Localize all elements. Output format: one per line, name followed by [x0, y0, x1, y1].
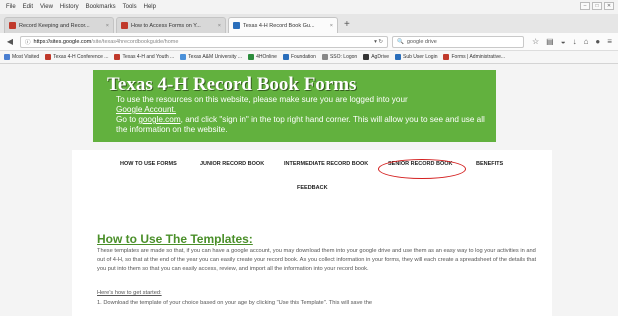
home-icon[interactable]: ⌂ — [584, 37, 589, 46]
bookmark-icon — [114, 54, 121, 60]
tab-record-book-guide[interactable]: Texas 4-H Record Book Gu... × — [228, 17, 338, 33]
maximize-icon[interactable]: □ — [592, 2, 602, 10]
menu-file[interactable]: File — [6, 4, 16, 10]
url-path: /site/texas4hrecordbookguide/home — [91, 38, 179, 45]
tab-how-to-access[interactable]: How to Access Forms on Y... × — [116, 17, 226, 33]
url-host: https://sites.google.com — [33, 38, 92, 45]
star-icon[interactable]: ☆ — [532, 37, 539, 46]
bookmark-item[interactable]: Texas 4-H and Youth ... — [114, 54, 174, 60]
bookmark-icon — [443, 54, 450, 60]
bookmark-label: Texas A&M University ... — [188, 54, 243, 60]
bookmark-icon — [321, 54, 328, 60]
search-icon: 🔍 — [397, 38, 404, 45]
main-content: HOW TO USE FORMS JUNIOR RECORD BOOK INTE… — [72, 150, 552, 316]
bookmark-item[interactable]: Foundation — [282, 54, 316, 60]
bookmark-icon — [4, 54, 10, 60]
bookmark-icon — [45, 54, 52, 60]
hamburger-menu-icon[interactable]: ≡ — [607, 37, 612, 46]
bookmark-label: Texas 4-H Conference ... — [53, 54, 109, 60]
bookmark-item[interactable]: Forms | Administrative... — [443, 54, 505, 60]
bookmark-item[interactable]: SSO: Logon — [321, 54, 358, 60]
bookmark-icon — [180, 54, 187, 60]
close-tab-icon[interactable]: × — [330, 23, 333, 29]
menu-bookmarks[interactable]: Bookmarks — [86, 4, 116, 10]
tab-label: Record Keeping and Recor... — [19, 22, 90, 29]
bookmark-icon — [363, 54, 370, 60]
nav-how-to-use-forms[interactable]: HOW TO USE FORMS — [120, 161, 177, 167]
favicon-icon — [233, 22, 240, 29]
bookmark-item[interactable]: 4HOnline — [248, 54, 277, 60]
banner-line-1: To use the resources on this website, pl… — [116, 95, 408, 104]
nav-benefits[interactable]: BENEFITS — [476, 161, 503, 167]
menu-bar: File Edit View History Bookmarks Tools H… — [0, 0, 618, 14]
google-account-link[interactable]: Google Account. — [116, 105, 176, 114]
tab-record-keeping[interactable]: Record Keeping and Recor... × — [4, 17, 114, 33]
bookmark-label: SSO: Logon — [329, 54, 358, 60]
bookmark-item[interactable]: Most Visited — [4, 54, 39, 60]
banner-line-2-pre: Go to — [116, 115, 139, 124]
nav-feedback[interactable]: FEEDBACK — [297, 185, 328, 191]
reload-icon[interactable]: ▾ ↻ — [374, 39, 383, 45]
menu-tools[interactable]: Tools — [123, 4, 137, 10]
google-link[interactable]: google.com — [138, 115, 180, 124]
url-bar[interactable]: ⓘ https://sites.google.com /site/texas4h… — [20, 35, 388, 48]
banner-instructions: To use the resources on this website, pl… — [116, 95, 488, 135]
extension-icon[interactable]: ● — [595, 37, 600, 46]
bookmark-label: Texas 4-H and Youth ... — [122, 54, 175, 60]
site-title: Texas 4-H Record Book Forms — [107, 74, 357, 95]
menu-view[interactable]: View — [40, 4, 53, 10]
menu-help[interactable]: Help — [144, 4, 156, 10]
menu-edit[interactable]: Edit — [23, 4, 33, 10]
search-value: google drive — [406, 38, 437, 45]
minimize-icon[interactable]: – — [580, 2, 590, 10]
bookmark-item[interactable]: AgDrive — [363, 54, 389, 60]
close-tab-icon[interactable]: × — [106, 23, 109, 29]
site-banner: Texas 4-H Record Book Forms To use the r… — [93, 70, 496, 142]
new-tab-icon[interactable]: + — [344, 19, 350, 30]
bookmark-label: Foundation — [290, 54, 316, 60]
close-tab-icon[interactable]: × — [218, 23, 221, 29]
close-icon[interactable]: ✕ — [604, 2, 614, 10]
bookmark-label: 4HOnline — [256, 54, 277, 60]
getting-started-heading: Here's how to get started: — [97, 290, 162, 296]
intro-paragraph: These templates are made so that, if you… — [97, 248, 537, 272]
lock-icon: ⓘ — [25, 39, 31, 46]
bookmark-item[interactable]: Sub User Login — [395, 54, 437, 60]
tab-label: How to Access Forms on Y... — [131, 22, 201, 29]
bookmark-label: Most Visited — [12, 54, 40, 60]
highlight-circle-annotation — [378, 159, 466, 179]
bookmark-icon — [395, 54, 402, 60]
bookmark-icon — [282, 54, 289, 60]
nav-junior-record-book[interactable]: JUNIOR RECORD BOOK — [200, 161, 264, 167]
window-controls: – □ ✕ — [580, 2, 614, 10]
section-heading: How to Use The Templates: — [97, 232, 253, 246]
bookmarks-bar: Most Visited Texas 4-H Conference ... Te… — [0, 51, 618, 64]
bookmark-label: Forms | Administrative... — [451, 54, 506, 60]
reading-list-icon[interactable]: ▤ — [546, 37, 554, 46]
bookmark-icon — [248, 54, 255, 60]
tab-label: Texas 4-H Record Book Gu... — [243, 22, 315, 29]
bookmark-item[interactable]: Texas A&M University ... — [180, 54, 242, 60]
nav-intermediate-record-book[interactable]: INTERMEDIATE RECORD BOOK — [284, 161, 368, 167]
navigation-bar: ◀ ⓘ https://sites.google.com /site/texas… — [0, 33, 618, 51]
favicon-icon — [9, 22, 16, 29]
search-input[interactable]: 🔍 google drive — [392, 35, 524, 48]
bookmark-label: Sub User Login — [403, 54, 438, 60]
download-icon[interactable]: ↓ — [573, 37, 577, 46]
bookmark-item[interactable]: Texas 4-H Conference ... — [45, 54, 108, 60]
favicon-icon — [121, 22, 128, 29]
back-icon[interactable]: ◀ — [4, 37, 16, 46]
toolbar-icons: ☆ ▤ ◒ ↓ ⌂ ● ≡ — [532, 37, 612, 46]
step-1-text: 1. Download the template of your choice … — [97, 300, 373, 306]
bookmark-label: AgDrive — [371, 54, 390, 60]
menu-history[interactable]: History — [60, 4, 79, 10]
web-page: Texas 4-H Record Book Forms To use the r… — [0, 64, 618, 316]
pocket-icon[interactable]: ◒ — [561, 37, 566, 46]
tab-bar: Record Keeping and Recor... × How to Acc… — [0, 14, 618, 33]
